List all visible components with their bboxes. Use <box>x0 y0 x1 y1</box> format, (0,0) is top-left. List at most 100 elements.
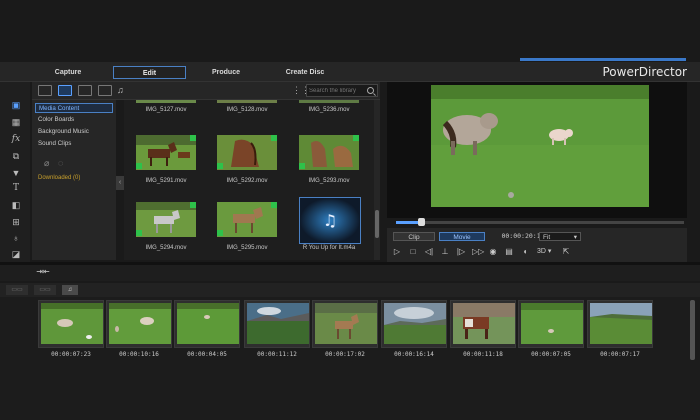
pip-room-icon[interactable]: ⧉ <box>10 150 22 162</box>
storyboard-clip[interactable] <box>312 300 378 348</box>
panel-splitter[interactable] <box>380 82 386 262</box>
movie-mode-button[interactable]: Movie <box>439 232 485 241</box>
clip-duration: 00:00:07:05 <box>531 351 571 358</box>
timeline-view-tab[interactable]: ▭▭ <box>6 285 28 295</box>
chapter-room-icon[interactable]: ◪ <box>10 248 22 260</box>
thumb-label: R You Up for It.m4a <box>302 245 356 251</box>
storyboard-clip[interactable] <box>381 300 447 348</box>
media-room-icon[interactable]: ▣ <box>10 99 22 111</box>
in-use-check-icon <box>353 135 359 141</box>
subtitle-icon[interactable]: ▤ <box>504 247 514 257</box>
video-badge-icon <box>217 230 223 236</box>
library-item-img-5291[interactable] <box>136 135 196 170</box>
storyboard-clip[interactable] <box>450 300 516 348</box>
library-categories: Media Content Color Boards Background Mu… <box>32 100 116 260</box>
timeline-toolbar <box>0 265 700 281</box>
library-thumb-partial[interactable] <box>299 100 359 103</box>
thumb-label: IMG_5128.mov <box>226 107 268 113</box>
preview-scrubber[interactable] <box>396 221 684 224</box>
thumb-label: IMG_5127.mov <box>145 107 187 113</box>
audio-filter-icon[interactable]: ♫ <box>117 85 131 96</box>
collapse-categories-icon[interactable]: ‹ <box>116 176 124 190</box>
mode-bar: Capture Edit Produce Create Disc <box>0 62 700 82</box>
storyboard-clip[interactable] <box>174 300 240 348</box>
storyboard-clip[interactable] <box>106 300 172 348</box>
search-input[interactable] <box>309 86 365 96</box>
library-item-img-5293[interactable] <box>299 135 359 170</box>
zoom-fit-select[interactable]: Fit ▾ <box>539 232 581 241</box>
particle-room-icon[interactable]: ▼ <box>10 167 22 179</box>
next-frame-icon[interactable]: |▷ <box>456 247 466 257</box>
undock-preview-icon[interactable]: ⇱ <box>561 247 571 257</box>
library-item-img-5295[interactable] <box>217 202 277 237</box>
fast-forward-icon[interactable]: ▷▷ <box>472 247 484 257</box>
clip-duration: 00:00:11:12 <box>257 351 297 358</box>
room-toolbar: ▣ ▦ fx ⧉ ▼ T ◧ ⊞ ♁ ◪ <box>0 82 30 262</box>
audio-mixing-icon[interactable]: ⊞ <box>10 216 22 228</box>
title-room-icon[interactable]: T <box>10 182 22 194</box>
library-thumb-partial[interactable] <box>217 100 277 103</box>
split-icon[interactable]: ⊥ <box>440 247 450 257</box>
tag-icon[interactable]: ⌀ <box>44 158 49 168</box>
clip-duration: 00:00:07:23 <box>51 351 91 358</box>
thumb-label: IMG_5294.mov <box>145 245 187 251</box>
category-sound-clips[interactable]: Sound Clips <box>35 139 113 149</box>
tag-clear-icon[interactable]: ◌ <box>58 158 63 168</box>
3d-mode-button[interactable]: 3D ▾ <box>537 247 551 257</box>
library-grid: IMG_5127.mov IMG_5128.mov IMG_5236.mov I… <box>124 100 374 260</box>
category-color-boards[interactable]: Color Boards <box>35 115 113 125</box>
thumb-label: IMG_5291.mov <box>145 178 187 184</box>
previous-frame-icon[interactable]: ◁| <box>424 247 434 257</box>
scrub-progress <box>396 221 420 224</box>
voice-over-icon[interactable]: ♁ <box>10 232 22 244</box>
storyboard-scrollbar[interactable] <box>690 300 695 360</box>
status-line <box>520 58 686 61</box>
stop-icon[interactable]: □ <box>408 247 418 257</box>
storyboard-clip[interactable] <box>244 300 310 348</box>
tab-produce[interactable]: Produce <box>204 66 248 79</box>
in-use-check-icon <box>271 135 277 141</box>
thumb-label: IMG_5293.mov <box>308 178 350 184</box>
downloaded-category[interactable]: Downloaded (0) <box>38 175 80 181</box>
category-background-music[interactable]: Background Music <box>35 127 113 137</box>
svg-text:♫: ♫ <box>323 211 337 230</box>
storyboard-clip[interactable] <box>587 300 653 348</box>
library-item-img-5292[interactable] <box>217 135 277 170</box>
import-icon[interactable] <box>38 85 52 96</box>
all-media-tab[interactable] <box>58 85 72 96</box>
storyboard-view-tab[interactable]: ♫ <box>62 285 78 295</box>
library-scroll-thumb[interactable] <box>375 210 379 238</box>
library-item-audio[interactable]: ♫ <box>299 197 361 244</box>
tab-edit[interactable]: Edit <box>113 66 186 79</box>
category-media-content[interactable]: Media Content <box>35 103 113 113</box>
storyboard-clip[interactable] <box>38 300 104 348</box>
3d-label: 3D <box>537 248 546 255</box>
library-item-img-5294[interactable] <box>136 202 196 237</box>
image-filter-tab[interactable] <box>98 85 112 96</box>
snapshot-icon[interactable]: ◉ <box>488 247 498 257</box>
slideshow-view-tab[interactable]: ▭▭ <box>34 285 56 295</box>
library-thumb-partial[interactable] <box>136 100 196 103</box>
thumb-label: IMG_5295.mov <box>226 245 268 251</box>
preview-video <box>431 85 649 207</box>
tab-create-disc[interactable]: Create Disc <box>278 66 332 79</box>
fx-room-icon[interactable]: ▦ <box>10 116 22 128</box>
volume-icon[interactable]: ◖ <box>520 247 530 257</box>
clip-mode-button[interactable]: Clip <box>393 232 435 241</box>
scrub-handle[interactable] <box>418 218 425 226</box>
search-icon[interactable] <box>367 87 374 94</box>
play-icon[interactable]: ▷ <box>392 247 402 257</box>
transition-room-icon[interactable]: ◧ <box>10 199 22 211</box>
search-box <box>306 84 378 97</box>
fit-label: Fit <box>543 234 551 241</box>
storyboard-clip[interactable] <box>518 300 584 348</box>
view-grid-icon[interactable]: ⋮⋮ <box>292 86 310 95</box>
video-badge-icon <box>299 163 305 169</box>
tab-capture[interactable]: Capture <box>46 66 90 79</box>
video-badge-icon <box>136 163 142 169</box>
video-badge-icon <box>217 163 223 169</box>
fit-timeline-icon[interactable]: ⇥⇤ <box>36 267 50 277</box>
video-filter-tab[interactable] <box>78 85 92 96</box>
effects-room-icon[interactable]: fx <box>10 133 22 145</box>
view-tabs: ▭▭ ▭▭ ♫ <box>0 283 700 297</box>
